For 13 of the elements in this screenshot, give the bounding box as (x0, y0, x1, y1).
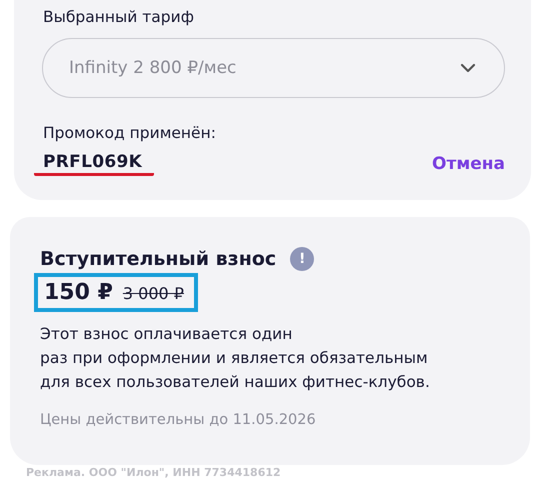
price: 150 ₽ (44, 280, 113, 305)
tariff-select[interactable]: Infinity 2 800 ₽/мес (42, 38, 505, 98)
chevron-down-icon (460, 63, 476, 73)
promo-code: PRFL069K (34, 152, 154, 176)
tariff-label: Выбранный тариф (43, 8, 195, 26)
fee-title: Вступительный взнос (40, 248, 276, 270)
promo-label: Промокод применён: (43, 124, 217, 142)
cancel-link[interactable]: Отмена (432, 154, 505, 174)
fee-description: Этот взнос оплачивается один раз при оформлении и является обязательным для всех пользователей наших фитнес-клубов. (40, 324, 431, 393)
ad-note: Реклама. ООО "Илон", ИНН 7734418612 (26, 466, 281, 479)
validity-note: Цены действительны до 11.05.2026 (40, 412, 317, 428)
old-price: 3 000 ₽ (122, 284, 184, 303)
info-icon[interactable]: ! (290, 247, 314, 271)
